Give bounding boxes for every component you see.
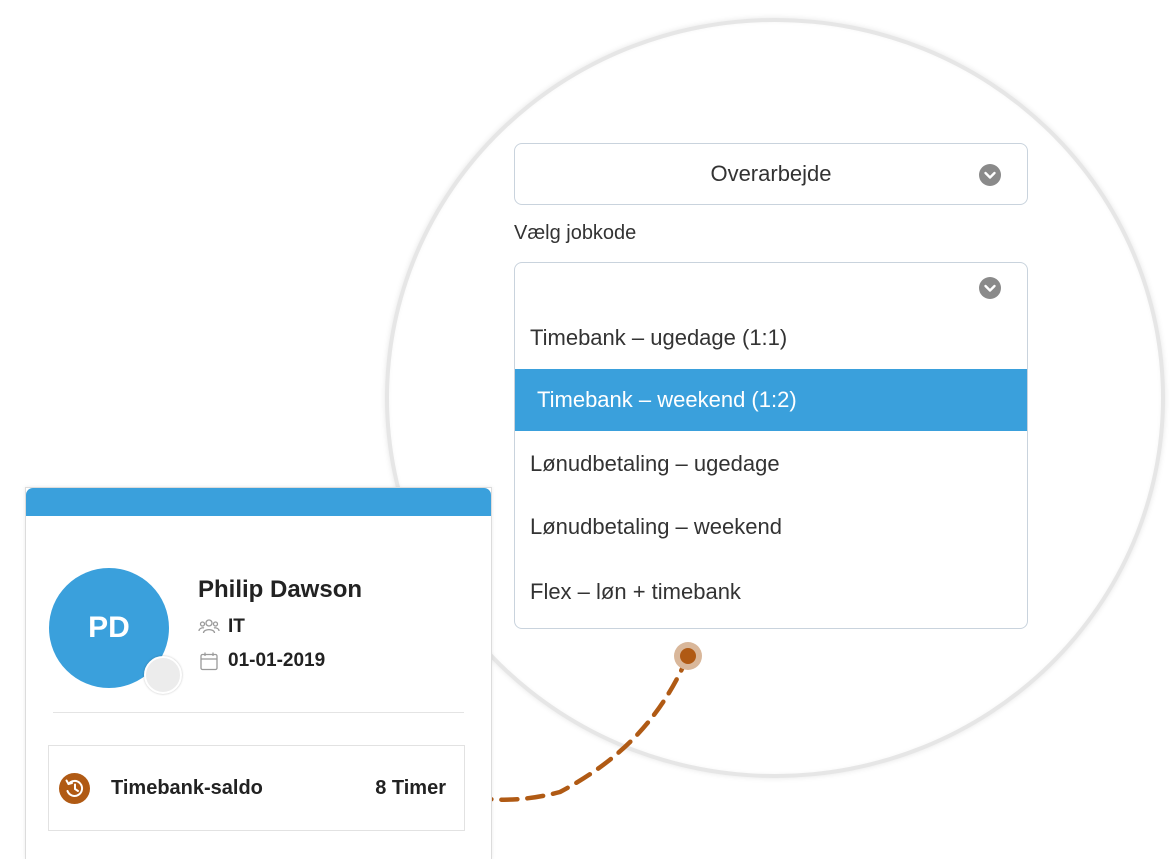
date-value: 01-01-2019 [228, 650, 326, 671]
balance-label: Timebank-saldo [111, 777, 263, 799]
timebank-balance[interactable]: Timebank-saldo 8 Timer [48, 745, 465, 831]
overtime-select[interactable]: Overarbejde [514, 143, 1028, 205]
jobcode-option-selected[interactable]: Timebank – weekend (1:2) [515, 369, 1027, 431]
jobcode-option[interactable]: Flex – løn + timebank [515, 561, 1027, 623]
jobcode-label: Vælg jobkode [514, 222, 637, 244]
card-header-bar [26, 488, 491, 516]
balance-value: 8 Timer [375, 777, 446, 799]
jobcode-dropdown[interactable]: Timebank – ugedage (1:1) Timebank – week… [514, 262, 1028, 629]
jobcode-option[interactable]: Lønudbetaling – weekend [515, 496, 1027, 558]
department-row: IT [198, 616, 245, 638]
overtime-select-value: Overarbejde [710, 161, 832, 186]
date-row: 01-01-2019 [198, 650, 325, 672]
history-icon [59, 773, 90, 804]
team-icon [198, 616, 220, 638]
status-indicator [144, 656, 182, 694]
chevron-down-icon[interactable] [979, 277, 1001, 299]
employee-card: PD Philip Dawson IT 01-01-2019 Timebank-… [25, 487, 492, 859]
jobcode-option[interactable]: Lønudbetaling – ugedage [515, 433, 1027, 495]
calendar-icon [198, 650, 220, 672]
employee-name: Philip Dawson [198, 576, 363, 603]
chevron-down-icon [979, 164, 1001, 186]
jobcode-option[interactable]: Timebank – ugedage (1:1) [515, 307, 1027, 369]
divider [53, 712, 464, 713]
department-value: IT [228, 616, 245, 637]
